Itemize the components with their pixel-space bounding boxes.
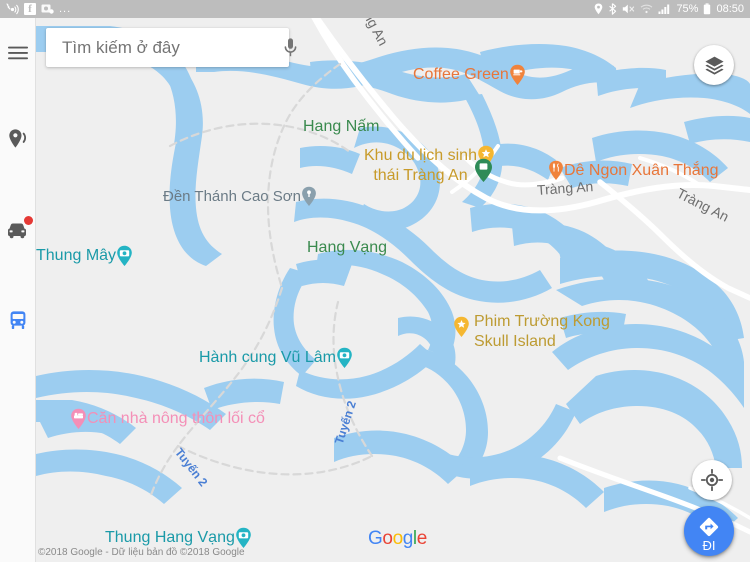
driving-notification-badge (23, 215, 33, 225)
photo-marker[interactable] (116, 245, 133, 267)
voice-search-button[interactable] (283, 28, 298, 67)
signal-icon (658, 4, 670, 14)
microphone-icon (284, 37, 297, 56)
google-logo-o2: o (392, 528, 404, 549)
map-label-thung-hang-vang[interactable]: Thung Hang Vạng (105, 527, 252, 549)
status-bar-left-icons: f ... (0, 3, 71, 15)
mute-icon (623, 4, 635, 14)
cafe-marker[interactable] (509, 64, 526, 86)
left-rail (0, 18, 36, 562)
map-layers-button[interactable] (694, 45, 734, 85)
facebook-icon: f (24, 3, 36, 15)
battery-percent-label: 75% (676, 3, 699, 15)
sidebar-item-transit[interactable] (0, 303, 35, 337)
battery-icon (704, 3, 711, 15)
more-dots-icon: ... (59, 3, 72, 15)
photo-marker[interactable] (235, 527, 252, 549)
search-input[interactable] (46, 37, 283, 58)
photo-share-icon (41, 4, 54, 14)
map-canvas[interactable] (0, 18, 750, 562)
location-icon (595, 3, 603, 15)
star-marker-kong-skull-island[interactable] (453, 316, 470, 343)
google-logo-o1: o (382, 528, 393, 549)
map-label-coffee-green[interactable]: Coffee Green (413, 64, 526, 86)
status-bar-right-icons: 75% 08:50 (594, 0, 744, 18)
sidebar-item-explore[interactable] (0, 122, 35, 156)
my-location-button[interactable] (692, 460, 732, 500)
nfc-icon (6, 3, 19, 15)
map-label-thung-may[interactable]: Thung Mây (36, 245, 133, 267)
bluetooth-icon (609, 3, 617, 15)
map-label-can-nha-nong-thon-loi-co[interactable]: Căn nhà nông thôn lối cổ (70, 408, 265, 430)
directions-arrow-icon (699, 517, 719, 536)
map-label-hanh-cung-vu-lam[interactable]: Hành cung Vũ Lâm (199, 347, 353, 369)
phone-screen: f ... 75% 08:50 Coffee Green Hang Nấm Kh… (0, 0, 750, 562)
map-viewport[interactable]: Coffee Green Hang Nấm Khu du lịch sinh t… (0, 18, 750, 562)
green-place-marker-trang-an[interactable] (474, 158, 493, 188)
photo-marker[interactable] (336, 347, 353, 369)
map-label-hang-nam[interactable]: Hang Nấm (303, 118, 379, 136)
hamburger-menu-icon (7, 46, 28, 60)
my-location-crosshair-icon (701, 469, 723, 491)
google-logo-e: e (416, 528, 428, 549)
layers-icon (704, 56, 724, 75)
clock-label: 08:50 (716, 3, 744, 15)
map-label-phim-truong-kong-skull-island[interactable]: Phim Trường Kong Skull Island (474, 312, 610, 351)
search-bar[interactable] (46, 28, 297, 67)
google-logo: Google (368, 528, 427, 550)
directions-go-label: ĐI (702, 537, 716, 553)
map-label-den-thanh-cao-son[interactable]: Đền Thánh Cao Sơn (163, 186, 317, 207)
temple-marker[interactable] (301, 186, 317, 207)
wifi-icon (641, 4, 653, 14)
map-attribution: ©2018 Google - Dữ liệu bản đồ ©2018 Goog… (38, 547, 245, 558)
sidebar-item-driving[interactable] (0, 215, 35, 249)
google-logo-g2: g (402, 528, 414, 549)
map-label-khu-du-lich-trang-an[interactable]: Khu du lịch sinh thái Tràng An (364, 146, 477, 185)
directions-go-button[interactable]: ĐI (684, 506, 734, 556)
lodging-marker[interactable] (70, 408, 87, 430)
map-label-hang-vang[interactable]: Hang Vạng (307, 239, 387, 257)
menu-button[interactable] (0, 36, 35, 70)
status-bar: f ... 75% 08:50 (0, 0, 750, 18)
explore-pin-icon (8, 129, 26, 148)
google-logo-g1: G (368, 528, 383, 549)
restaurant-marker[interactable] (548, 160, 564, 181)
transit-bus-icon (10, 310, 25, 329)
